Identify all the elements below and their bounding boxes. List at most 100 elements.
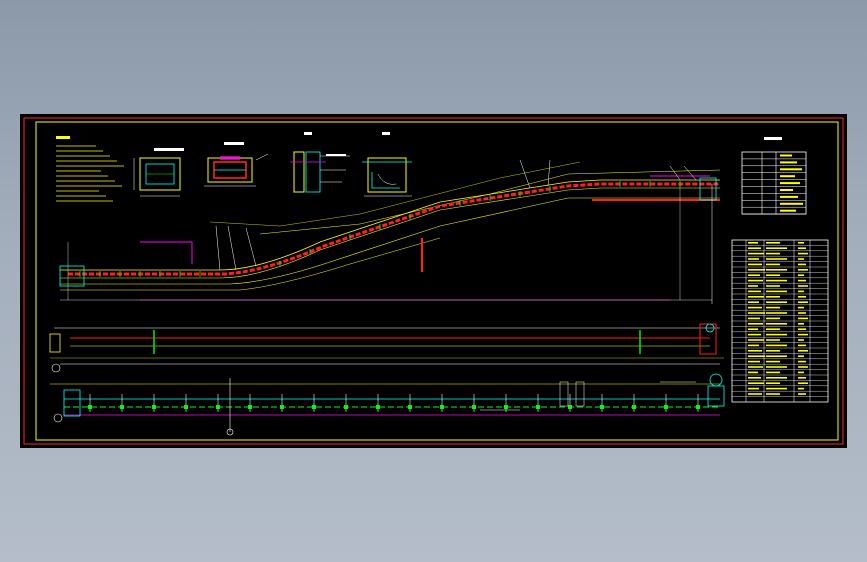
parts-glyph — [798, 290, 804, 293]
table-glyph — [780, 182, 800, 185]
conveyor-plan-view — [49, 323, 724, 373]
parts-glyph — [798, 263, 806, 266]
table-glyph — [780, 168, 802, 171]
idler-mark — [472, 405, 476, 409]
parts-glyph — [766, 274, 780, 276]
idler-mark — [216, 405, 220, 409]
parts-glyph — [766, 377, 787, 379]
outer-frame — [23, 117, 844, 445]
parts-glyph — [748, 279, 763, 282]
parts-glyph — [798, 312, 806, 314]
parts-glyph — [748, 317, 760, 320]
parts-glyph — [798, 296, 806, 298]
parts-glyph — [798, 339, 804, 341]
parts-glyph — [748, 350, 762, 352]
parts-glyph — [798, 285, 808, 287]
parts-glyph — [766, 306, 780, 309]
parts-glyph — [766, 290, 787, 293]
parts-glyph — [766, 269, 787, 271]
parts-glyph — [798, 301, 808, 303]
parts-glyph — [748, 242, 758, 244]
parts-glyph — [798, 306, 804, 309]
parts-glyph — [766, 350, 780, 352]
parts-glyph — [748, 312, 765, 314]
idler-mark — [632, 405, 636, 409]
table-glyph — [780, 154, 792, 157]
parts-glyph — [766, 360, 780, 363]
parts-glyph — [798, 269, 808, 271]
parts-glyph — [748, 393, 762, 395]
conveyor-elevation — [59, 159, 721, 304]
parts-glyph — [748, 274, 760, 276]
section-view-2 — [204, 142, 269, 187]
parts-glyph — [766, 301, 787, 303]
parts-glyph — [766, 344, 787, 347]
parts-glyph — [798, 274, 804, 276]
parts-glyph — [748, 366, 763, 368]
parts-glyph — [748, 258, 759, 260]
parts-glyph — [798, 393, 806, 395]
parts-glyph — [798, 387, 804, 390]
parts-glyph — [798, 371, 804, 374]
parts-glyph — [748, 252, 764, 255]
idler-mark — [664, 405, 668, 409]
parts-glyph — [798, 247, 806, 249]
parts-glyph — [798, 382, 808, 384]
parts-glyph — [748, 301, 759, 303]
inner-frame — [35, 121, 839, 441]
idler-mark — [248, 405, 252, 409]
idler-mark — [152, 405, 156, 409]
idler-mark — [376, 405, 380, 409]
parts-glyph — [766, 258, 787, 260]
parts-glyph — [748, 377, 761, 379]
parts-glyph — [798, 258, 804, 260]
table-glyph — [780, 202, 803, 205]
section-view-4 — [362, 132, 412, 197]
parts-glyph — [748, 371, 758, 374]
table-glyph — [780, 175, 795, 178]
conveyor-side-view — [50, 373, 725, 436]
parts-glyph — [766, 371, 780, 374]
technical-notes-block — [56, 136, 124, 202]
parts-glyph — [748, 360, 760, 363]
parts-glyph — [798, 333, 808, 336]
parts-glyph — [766, 393, 780, 395]
parts-glyph — [766, 323, 787, 325]
parts-glyph — [798, 360, 806, 363]
parts-glyph — [798, 366, 808, 368]
parts-glyph — [766, 252, 780, 255]
parts-glyph — [766, 333, 787, 336]
parts-glyph — [748, 355, 765, 357]
idler-mark — [120, 405, 124, 409]
cad-drawing-sheet — [20, 114, 847, 448]
parts-glyph — [798, 350, 808, 352]
parts-glyph — [798, 252, 808, 255]
parts-glyph — [748, 247, 761, 249]
parts-glyph — [766, 317, 780, 320]
idler-mark — [344, 405, 348, 409]
parts-glyph — [798, 355, 804, 357]
parts-glyph — [798, 323, 804, 325]
parts-glyph — [798, 344, 806, 347]
parts-glyph — [748, 323, 763, 325]
parts-glyph — [748, 344, 759, 347]
idler-mark — [440, 405, 444, 409]
parts-glyph — [748, 263, 762, 266]
parts-glyph — [748, 306, 762, 309]
section-view-3 — [290, 132, 350, 193]
idler-mark — [504, 405, 508, 409]
parts-glyph — [748, 387, 759, 390]
parts-glyph — [766, 263, 780, 266]
parts-glyph — [766, 279, 787, 282]
screen — [0, 0, 867, 562]
parts-list-table — [731, 239, 829, 403]
top-right-table — [741, 137, 807, 215]
parts-glyph — [748, 269, 765, 271]
table-glyph — [780, 195, 798, 198]
parts-glyph — [748, 382, 764, 384]
idler-mark — [88, 405, 92, 409]
parts-glyph — [798, 242, 804, 244]
parts-glyph — [766, 328, 780, 330]
parts-glyph — [766, 355, 787, 357]
parts-glyph — [748, 285, 758, 287]
